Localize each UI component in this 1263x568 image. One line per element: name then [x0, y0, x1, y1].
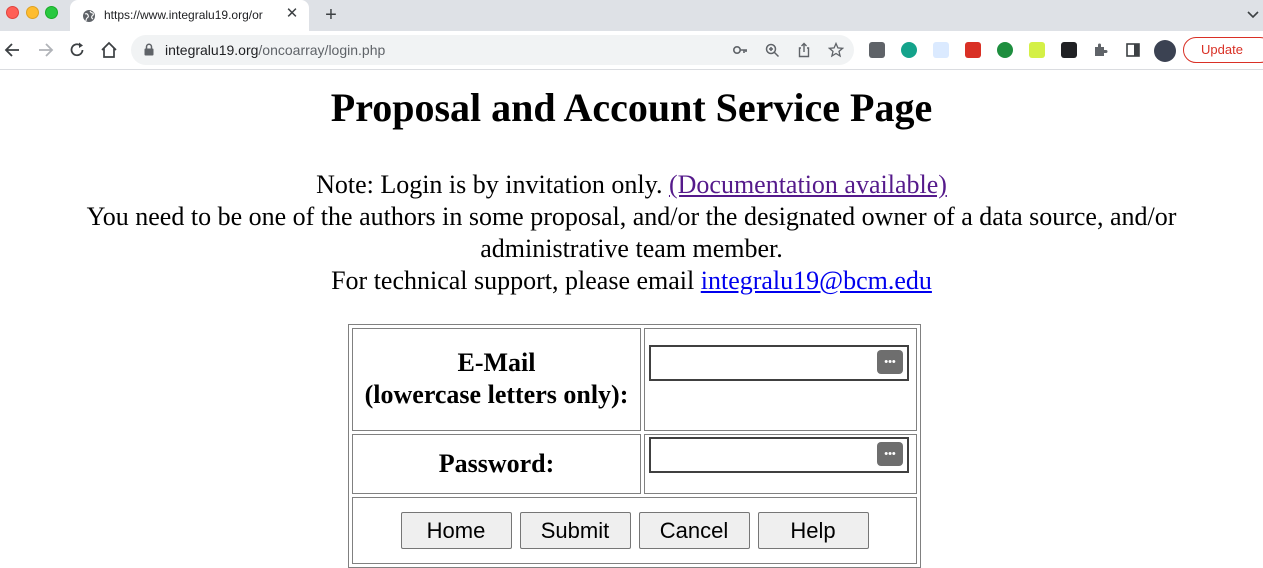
key-icon[interactable] [732, 42, 748, 58]
password-manager-icon[interactable]: ••• [877, 350, 903, 374]
window-close-button[interactable] [6, 6, 19, 19]
documentation-link[interactable]: (Documentation available) [669, 170, 947, 199]
login-form: E-Mail (lowercase letters only): ••• Pas… [348, 324, 921, 568]
support-note: For technical support, please email inte… [0, 265, 1263, 297]
extension-icon-6[interactable] [1029, 42, 1045, 58]
help-button[interactable]: Help [757, 511, 869, 549]
window-zoom-button[interactable] [45, 6, 58, 19]
terminal-icon[interactable] [1061, 42, 1077, 58]
extension-icon-1[interactable] [869, 42, 885, 58]
password-cell: ••• [644, 433, 917, 494]
home-button[interactable]: Home [400, 511, 512, 549]
support-email-link[interactable]: integralu19@bcm.edu [701, 266, 932, 295]
browser-tab[interactable]: https://www.integralu19.org/or ✕ [70, 0, 309, 31]
requirement-text: You need to be one of the authors in som… [86, 202, 1177, 263]
tab-strip: https://www.integralu19.org/or ✕ + [0, 0, 1263, 31]
cancel-button[interactable]: Cancel [638, 511, 750, 549]
globe-icon [83, 10, 95, 22]
url-path: /oncoarray/login.php [258, 42, 386, 58]
email-cell: ••• [644, 328, 917, 431]
reload-icon[interactable] [67, 40, 87, 60]
url-text[interactable]: integralu19.org/oncoarray/login.php [165, 42, 385, 58]
invitation-note: Note: Login is by invitation only. (Docu… [0, 169, 1263, 201]
button-row: Home Submit Cancel Help [352, 496, 917, 564]
address-bar[interactable]: integralu19.org/oncoarray/login.php [131, 35, 854, 65]
update-button[interactable]: Update [1183, 37, 1263, 63]
extension-icon-4[interactable] [965, 42, 981, 58]
tab-search-chevron-icon[interactable] [1246, 7, 1260, 21]
tab-title: https://www.integralu19.org/or [104, 8, 263, 22]
page-title: Proposal and Account Service Page [330, 85, 933, 130]
star-icon[interactable] [828, 42, 844, 58]
browser-toolbar: integralu19.org/oncoarray/login.php Upda… [0, 31, 1263, 70]
tab-close-icon[interactable]: ✕ [284, 6, 300, 22]
email-label: E-Mail (lowercase letters only): [352, 328, 641, 431]
url-domain: integralu19.org [165, 42, 259, 58]
sidepanel-icon[interactable] [1125, 42, 1141, 58]
cloud-icon[interactable] [933, 42, 949, 58]
email-label-line1: E-Mail [457, 348, 536, 378]
extensions-icon[interactable] [1093, 42, 1109, 58]
email-field[interactable] [649, 345, 909, 381]
window-minimize-button[interactable] [26, 6, 39, 19]
password-label: Password: [352, 433, 641, 494]
note-prefix: Note: Login is by invitation only. [316, 170, 663, 199]
home-icon[interactable] [99, 40, 119, 60]
extension-icon-5[interactable] [997, 42, 1013, 58]
email-label-line2: (lowercase letters only): [364, 380, 629, 410]
zoom-icon[interactable] [764, 42, 780, 58]
profile-avatar[interactable] [1154, 40, 1176, 62]
new-tab-button[interactable]: + [320, 4, 342, 26]
submit-button[interactable]: Submit [519, 511, 631, 549]
back-icon[interactable] [3, 40, 23, 60]
password-field[interactable] [649, 436, 909, 473]
extension-icon-2[interactable] [901, 42, 917, 58]
page-content: Proposal and Account Service Page Note: … [0, 70, 1263, 568]
share-icon[interactable] [796, 42, 812, 58]
notice-text: Note: Login is by invitation only. (Docu… [0, 169, 1263, 297]
password-manager-icon[interactable]: ••• [877, 441, 903, 466]
forward-icon[interactable] [35, 40, 55, 60]
lock-icon[interactable] [143, 43, 155, 56]
support-prefix: For technical support, please email [331, 266, 695, 295]
